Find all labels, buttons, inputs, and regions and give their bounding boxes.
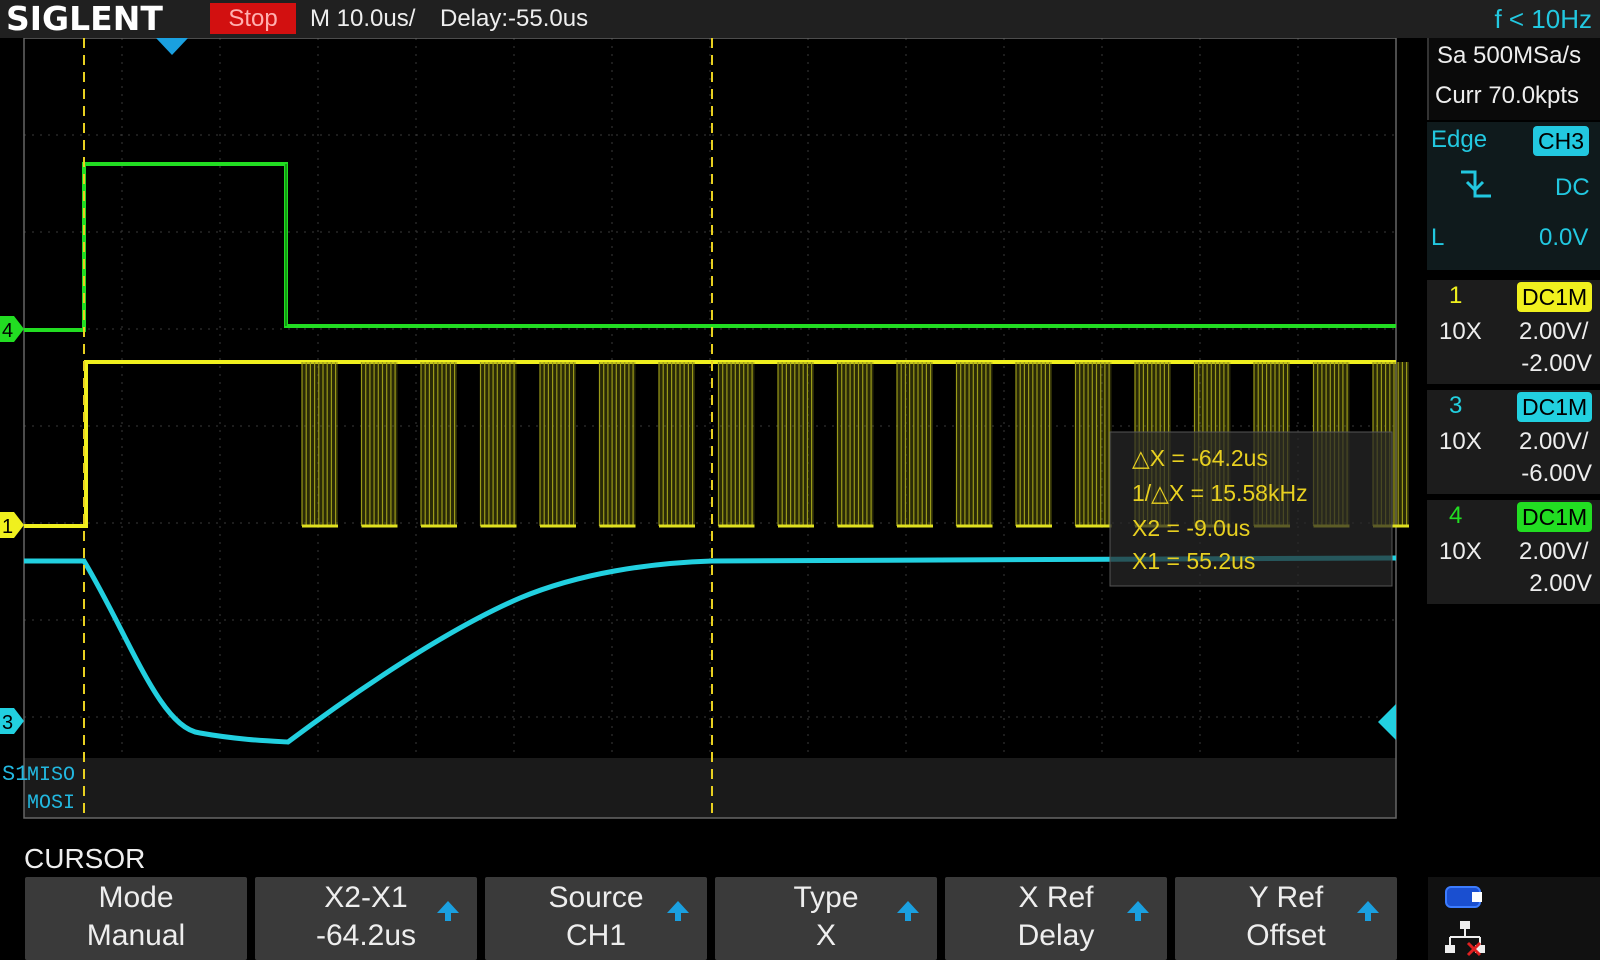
trigger-coupling: DC <box>1555 174 1590 201</box>
up-arrow-icon <box>1357 901 1379 921</box>
frequency-counter: f < 10Hz <box>1494 4 1592 34</box>
ch1-data-burst <box>717 362 755 528</box>
channel-number: 1 <box>1449 282 1463 309</box>
softkey-value: Delay <box>1017 919 1095 952</box>
softkey-value: Manual <box>86 919 186 952</box>
cursor-x2-value: X2 = -9.0us <box>1132 515 1250 541</box>
softkey-value: -64.2us <box>315 919 417 952</box>
ch1-data-burst <box>658 362 695 528</box>
trigger-panel[interactable]: Edge CH3 DC L 0.0V <box>1427 122 1600 270</box>
ch1-data-burst <box>955 362 993 528</box>
ch4-marker-label: 4 <box>2 320 13 342</box>
channel-probe: 10X <box>1439 318 1482 345</box>
ch3-marker-label: 3 <box>2 712 13 734</box>
sample-rate: Sa 500MSa/s <box>1437 42 1582 69</box>
timebase-readout[interactable]: M 10.0us/ <box>310 0 415 38</box>
decode-mosi-label: MOSI <box>27 792 75 815</box>
channel-offset: 2.00V <box>1529 570 1592 597</box>
ch1-data-burst <box>896 362 933 528</box>
waveform-svg: 4 1 3 △X = -64.2us 1/△X = 15.58kHz X2 = … <box>0 38 1409 819</box>
delay-readout[interactable]: Delay:-55.0us <box>440 0 588 38</box>
up-arrow-icon <box>667 901 689 921</box>
ch1-marker-label: 1 <box>2 516 13 538</box>
ch1-data-burst <box>301 362 338 528</box>
softkey-x-ref[interactable]: X Ref Delay <box>945 877 1167 960</box>
ch1-data-burst <box>1015 362 1052 528</box>
ch1-data-burst <box>777 362 814 528</box>
softkey-name: Mode <box>98 881 174 914</box>
menu-title: CURSOR <box>24 843 146 874</box>
status-icons-area <box>1428 877 1600 960</box>
usb-storage-icon <box>1445 886 1482 908</box>
trigger-source-badge: CH3 <box>1533 126 1590 156</box>
trigger-type: Edge <box>1431 126 1488 153</box>
bus-label: S1 <box>2 762 28 787</box>
ch1-data-burst <box>1074 362 1112 528</box>
channel-probe: 10X <box>1439 428 1482 455</box>
softkey-y-ref[interactable]: Y Ref Offset <box>1175 877 1397 960</box>
trigger-level-label: L <box>1431 224 1445 251</box>
channel-coupling-badge: DC1M <box>1517 282 1593 312</box>
channel-offset: -6.00V <box>1521 460 1592 487</box>
up-arrow-icon <box>897 901 919 921</box>
softkey-value: Offset <box>1246 919 1326 952</box>
top-status-bar: SIGLENT Stop M 10.0us/ Delay:-55.0us f <… <box>0 0 1600 38</box>
softkey-x2-x1[interactable]: X2-X1 -64.2us <box>255 877 477 960</box>
decode-strip <box>24 758 1396 818</box>
cursor-x1-value: X1 = 55.2us <box>1132 548 1255 574</box>
up-arrow-icon <box>1127 901 1149 921</box>
channel-4-panel[interactable]: 4 DC1M 10X 2.00V/2.00V <box>1427 500 1600 604</box>
acquisition-panel[interactable]: Sa 500MSa/s Curr 70.0kpts <box>1427 38 1600 120</box>
ch1-data-burst <box>420 362 457 528</box>
softkey-value: X <box>815 919 836 952</box>
softkey-type[interactable]: Type X <box>715 877 937 960</box>
memory-depth: Curr 70.0kpts <box>1435 82 1580 109</box>
ch1-data-burst <box>360 362 398 528</box>
channel-scale: 2.00V/ <box>1519 318 1589 345</box>
waveform-display[interactable]: 4 1 3 △X = -64.2us 1/△X = 15.58kHz X2 = … <box>0 38 1426 840</box>
network-disconnected-icon <box>1445 921 1485 957</box>
channel-offset: -2.00V <box>1521 350 1592 377</box>
run-stop-indicator[interactable]: Stop <box>210 3 296 34</box>
channel-probe: 10X <box>1439 538 1482 565</box>
channel-scale: 2.00V/ <box>1519 428 1589 455</box>
channel-3-panel[interactable]: 3 DC1M 10X 2.00V/ -6.00V <box>1427 390 1600 494</box>
softkey-source[interactable]: Source CH1 <box>485 877 707 960</box>
ch1-data-burst <box>539 362 576 528</box>
channel-coupling-badge: DC1M <box>1517 392 1593 422</box>
grid-area <box>24 38 1396 818</box>
decode-miso-label: MISO <box>27 764 75 787</box>
channel-number: 4 <box>1449 502 1463 529</box>
channel-1-panel[interactable]: 1 DC1M 10X 2.00V/ -2.00V <box>1427 280 1600 384</box>
ch1-data-burst <box>479 362 517 528</box>
channel-coupling-badge: DC1M <box>1517 502 1593 532</box>
cursor-inv-delta-x: 1/△X = 15.58kHz <box>1132 480 1308 506</box>
channel-scale: 2.00V/ <box>1519 538 1589 565</box>
channel-number: 3 <box>1449 392 1463 419</box>
falling-edge-icon <box>1461 170 1491 198</box>
ch1-data-burst <box>836 362 874 528</box>
softkey-mode[interactable]: Mode Manual <box>25 877 247 960</box>
up-arrow-icon <box>437 901 459 921</box>
ch1-data-burst <box>598 362 636 528</box>
trigger-level: 0.0V <box>1539 224 1589 251</box>
softkey-value: CH1 <box>565 919 626 952</box>
brand-logo: SIGLENT <box>6 0 163 38</box>
cursor-delta-x: △X = -64.2us <box>1132 445 1268 471</box>
